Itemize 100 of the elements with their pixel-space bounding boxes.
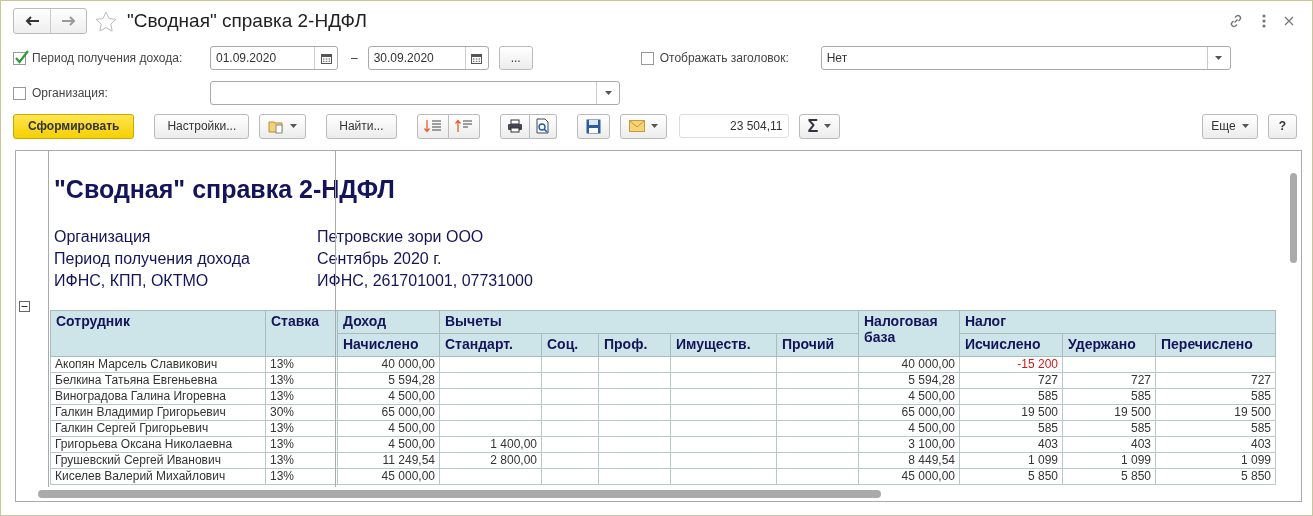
table-cell: Акопян Марсель Славикович <box>50 356 266 373</box>
table-cell: 727 <box>959 372 1063 389</box>
table-cell: 2 800,00 <box>439 452 542 469</box>
table-cell: 727 <box>1062 372 1156 389</box>
print-button[interactable] <box>499 113 530 139</box>
more-button[interactable]: Еще <box>1202 113 1258 139</box>
table-cell: Галкин Сергей Григорьевич <box>50 420 266 437</box>
info-value: Сентябрь 2020 г. <box>317 250 443 268</box>
calendar-icon <box>320 52 332 64</box>
table-cell: 65 000,00 <box>337 404 440 421</box>
sort-ascending-button[interactable] <box>448 113 480 139</box>
table-cell: 5 850 <box>959 468 1063 485</box>
table-cell: 4 500,00 <box>858 388 960 405</box>
date-from-field[interactable]: 01.09.2020 <box>210 46 338 70</box>
more-icon[interactable] <box>1262 14 1266 28</box>
dash-separator: – <box>351 51 358 65</box>
email-button[interactable] <box>619 113 667 139</box>
table-cell: 19 500 <box>1155 404 1276 421</box>
table-cell: 11 249,54 <box>337 452 440 469</box>
caret-icon <box>824 124 832 128</box>
link-icon[interactable] <box>1228 13 1244 29</box>
sum-button[interactable]: Σ <box>798 113 841 139</box>
period-checkbox[interactable] <box>13 51 26 65</box>
sort-icon <box>423 119 442 133</box>
preview-button[interactable] <box>529 113 557 139</box>
caret-icon <box>650 124 658 128</box>
table-cell: 4 500,00 <box>337 388 440 405</box>
report-title: "Сводная" справка 2-НДФЛ <box>54 175 396 204</box>
table-cell: 1 400,00 <box>439 436 542 453</box>
period-more-button[interactable]: ... <box>498 46 533 70</box>
table-cell: 13% <box>265 388 338 405</box>
arrow-right-icon <box>61 16 76 26</box>
show-header-label: Отображать заголовок: <box>659 51 790 65</box>
table-cell: 403 <box>1155 436 1276 453</box>
info-label: Период получения дохода <box>54 250 251 268</box>
organization-label: Организация: <box>32 86 109 100</box>
folder-icon <box>268 118 285 134</box>
table-cell: 5 850 <box>1062 468 1156 485</box>
table-cell: 40 000,00 <box>858 356 960 373</box>
table-cell: Галкин Владимир Григорьевич <box>50 404 266 421</box>
preview-icon <box>535 118 550 134</box>
table-cell: 585 <box>959 420 1063 437</box>
printer-icon <box>506 119 523 133</box>
date-to-field[interactable]: 30.09.2020 <box>367 46 489 70</box>
info-label: ИФНС, КПП, ОКТМО <box>54 272 210 290</box>
table-cell: Грушевский Сергей Иванович <box>50 452 266 469</box>
variants-button[interactable] <box>259 113 307 139</box>
caret-icon <box>1215 56 1223 60</box>
generate-button[interactable]: Сформировать <box>13 113 135 139</box>
table-cell: Киселев Валерий Михайлович <box>50 468 266 485</box>
table-cell: 13% <box>265 420 338 437</box>
settings-button[interactable]: Настройки... <box>154 113 250 139</box>
table-cell: 403 <box>959 436 1063 453</box>
caret-icon <box>1241 124 1249 128</box>
info-label: Организация <box>54 228 152 246</box>
table-cell: 65 000,00 <box>858 404 960 421</box>
table-cell: -15 200 <box>959 356 1063 373</box>
show-header-checkbox[interactable] <box>640 51 654 65</box>
help-button[interactable]: ? <box>1267 113 1297 139</box>
table-cell: 1 099 <box>1155 452 1276 469</box>
sort-icon <box>454 119 473 133</box>
column-header: Налог <box>959 310 1276 334</box>
table-cell: 13% <box>265 452 338 469</box>
save-button[interactable] <box>576 113 610 139</box>
column-header: Вычеты <box>439 310 859 334</box>
collapse-icon[interactable] <box>19 301 30 312</box>
table-cell: 4 500,00 <box>337 420 440 437</box>
calendar-icon <box>471 52 483 64</box>
organization-checkbox[interactable] <box>13 86 26 100</box>
show-header-select[interactable]: Нет <box>820 46 1231 70</box>
table-cell: 45 000,00 <box>337 468 440 485</box>
table-cell: 727 <box>1155 372 1276 389</box>
period-label: Период получения дохода: <box>32 51 184 65</box>
column-header: Перечислено <box>1155 333 1276 357</box>
table-cell: 5 850 <box>1155 468 1276 485</box>
arrow-left-icon <box>25 16 39 26</box>
column-header: Сотрудник <box>50 310 266 357</box>
table-cell: 45 000,00 <box>858 468 960 485</box>
table-cell: Виноградова Галина Игоревна <box>50 388 266 405</box>
column-header: Налоговая база <box>858 310 960 357</box>
column-header: Доход <box>337 310 440 334</box>
table-cell: Григорьева Оксана Николаевна <box>50 436 266 453</box>
table-cell: 585 <box>1062 420 1156 437</box>
sort-descending-button[interactable] <box>416 113 449 139</box>
sum-field[interactable]: 23 504,11 <box>678 114 789 138</box>
star-icon[interactable] <box>95 10 117 32</box>
table-cell: 1 099 <box>959 452 1063 469</box>
table-cell: 5 594,28 <box>858 372 960 389</box>
table-cell: 585 <box>1155 420 1276 437</box>
caret-icon <box>290 124 298 128</box>
table-cell: 13% <box>265 468 338 485</box>
organization-select[interactable] <box>210 81 620 105</box>
find-button[interactable]: Найти... <box>326 113 397 139</box>
table-cell: 5 594,28 <box>337 372 440 389</box>
close-icon[interactable] <box>1284 16 1294 26</box>
table-cell: 13% <box>265 436 338 453</box>
table-cell: Белкина Татьяна Евгеньевна <box>50 372 266 389</box>
info-value: ИФНС, 261701001, 07731000 <box>317 272 534 290</box>
table-cell: 585 <box>959 388 1063 405</box>
table-cell: 4 500,00 <box>337 436 440 453</box>
